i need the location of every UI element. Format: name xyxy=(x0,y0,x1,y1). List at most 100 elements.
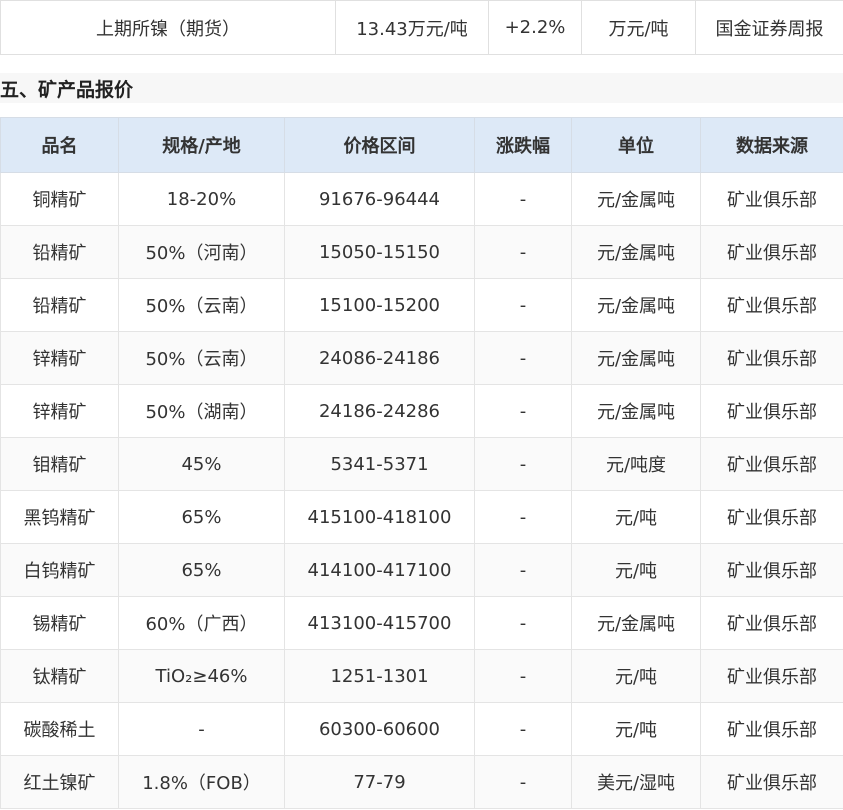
product-cell: 铅精矿 xyxy=(0,278,119,332)
source-cell: 矿业俱乐部 xyxy=(700,384,843,438)
header-source: 数据来源 xyxy=(700,117,843,173)
unit-cell: 美元/湿吨 xyxy=(571,755,701,809)
unit-cell: 元/金属吨 xyxy=(571,172,701,226)
change-cell: - xyxy=(474,225,572,279)
unit-cell: 元/金属吨 xyxy=(571,331,701,385)
price-range-cell: 24086-24186 xyxy=(284,331,475,385)
price-range-cell: 15050-15150 xyxy=(284,225,475,279)
source-cell: 矿业俱乐部 xyxy=(700,278,843,332)
unit-cell: 元/吨 xyxy=(571,649,701,703)
header-product: 品名 xyxy=(0,117,119,173)
spec-cell: - xyxy=(118,702,285,756)
spec-cell: 50%（云南） xyxy=(118,278,285,332)
unit-cell: 元/金属吨 xyxy=(571,278,701,332)
source-cell: 矿业俱乐部 xyxy=(700,702,843,756)
unit-cell: 元/金属吨 xyxy=(571,596,701,650)
spec-cell: 45% xyxy=(118,437,285,491)
source-cell: 矿业俱乐部 xyxy=(700,596,843,650)
change-cell: - xyxy=(474,702,572,756)
table-header-row: 品名 规格/产地 价格区间 涨跌幅 单位 数据来源 xyxy=(0,117,843,173)
price-range-cell: 413100-415700 xyxy=(284,596,475,650)
price-range-cell: 5341-5371 xyxy=(284,437,475,491)
change-cell: - xyxy=(474,384,572,438)
header-change: 涨跌幅 xyxy=(474,117,572,173)
spec-cell: 1.8%（FOB） xyxy=(118,755,285,809)
unit-cell: 元/吨 xyxy=(571,702,701,756)
table-row: 钛精矿 TiO₂≥46% 1251-1301 - 元/吨 矿业俱乐部 xyxy=(0,649,843,703)
product-cell: 锌精矿 xyxy=(0,384,119,438)
product-cell: 白钨精矿 xyxy=(0,543,119,597)
source-cell: 矿业俱乐部 xyxy=(700,437,843,491)
change-cell: +2.2% xyxy=(488,0,582,55)
change-cell: - xyxy=(474,172,572,226)
price-range-cell: 77-79 xyxy=(284,755,475,809)
table-row: 碳酸稀土 - 60300-60600 - 元/吨 矿业俱乐部 xyxy=(0,702,843,756)
product-cell: 碳酸稀土 xyxy=(0,702,119,756)
product-cell: 钼精矿 xyxy=(0,437,119,491)
price-range-cell: 24186-24286 xyxy=(284,384,475,438)
product-cell: 黑钨精矿 xyxy=(0,490,119,544)
table-row: 红土镍矿 1.8%（FOB） 77-79 - 美元/湿吨 矿业俱乐部 xyxy=(0,755,843,809)
source-cell: 矿业俱乐部 xyxy=(700,490,843,544)
table-row: 黑钨精矿 65% 415100-418100 - 元/吨 矿业俱乐部 xyxy=(0,490,843,544)
unit-cell: 元/吨 xyxy=(571,543,701,597)
table-row: 白钨精矿 65% 414100-417100 - 元/吨 矿业俱乐部 xyxy=(0,543,843,597)
unit-cell: 元/吨 xyxy=(571,490,701,544)
change-cell: - xyxy=(474,596,572,650)
change-cell: - xyxy=(474,543,572,597)
table-row: 钼精矿 45% 5341-5371 - 元/吨度 矿业俱乐部 xyxy=(0,437,843,491)
unit-cell: 元/吨度 xyxy=(571,437,701,491)
source-cell: 矿业俱乐部 xyxy=(700,172,843,226)
unit-cell: 元/金属吨 xyxy=(571,225,701,279)
price-range-cell: 1251-1301 xyxy=(284,649,475,703)
source-cell: 矿业俱乐部 xyxy=(700,543,843,597)
product-cell: 钛精矿 xyxy=(0,649,119,703)
spec-cell: 65% xyxy=(118,543,285,597)
product-cell: 铜精矿 xyxy=(0,172,119,226)
change-cell: - xyxy=(474,331,572,385)
header-unit: 单位 xyxy=(571,117,701,173)
spec-cell: 65% xyxy=(118,490,285,544)
change-cell: - xyxy=(474,437,572,491)
table-row: 铅精矿 50%（云南） 15100-15200 - 元/金属吨 矿业俱乐部 xyxy=(0,278,843,332)
table-row: 锌精矿 50%（云南） 24086-24186 - 元/金属吨 矿业俱乐部 xyxy=(0,331,843,385)
change-cell: - xyxy=(474,755,572,809)
source-cell: 矿业俱乐部 xyxy=(700,755,843,809)
change-cell: - xyxy=(474,490,572,544)
spec-cell: 50%（云南） xyxy=(118,331,285,385)
source-cell: 国金证券周报 xyxy=(695,0,843,55)
price-range-cell: 60300-60600 xyxy=(284,702,475,756)
header-price-range: 价格区间 xyxy=(284,117,475,173)
ore-price-table: 品名 规格/产地 价格区间 涨跌幅 单位 数据来源 铜精矿 18-20% 916… xyxy=(0,117,843,809)
change-cell: - xyxy=(474,649,572,703)
section-title: 五、矿产品报价 xyxy=(0,73,843,103)
spec-cell: 50%（湖南） xyxy=(118,384,285,438)
spec-cell: TiO₂≥46% xyxy=(118,649,285,703)
product-cell: 锌精矿 xyxy=(0,331,119,385)
change-cell: - xyxy=(474,278,572,332)
source-cell: 矿业俱乐部 xyxy=(700,649,843,703)
commodity-name: 上期所镍（期货） xyxy=(0,0,336,55)
table-row: 锡精矿 60%（广西） 413100-415700 - 元/金属吨 矿业俱乐部 xyxy=(0,596,843,650)
product-cell: 锡精矿 xyxy=(0,596,119,650)
price-range-cell: 15100-15200 xyxy=(284,278,475,332)
unit-cell: 万元/吨 xyxy=(581,0,696,55)
spec-cell: 60%（广西） xyxy=(118,596,285,650)
table-row: 上期所镍（期货） 13.43万元/吨 +2.2% 万元/吨 国金证券周报 xyxy=(0,0,843,55)
price-cell: 13.43万元/吨 xyxy=(335,0,489,55)
price-range-cell: 415100-418100 xyxy=(284,490,475,544)
table-row: 锌精矿 50%（湖南） 24186-24286 - 元/金属吨 矿业俱乐部 xyxy=(0,384,843,438)
previous-table-last-row: 上期所镍（期货） 13.43万元/吨 +2.2% 万元/吨 国金证券周报 xyxy=(0,0,843,55)
source-cell: 矿业俱乐部 xyxy=(700,225,843,279)
source-cell: 矿业俱乐部 xyxy=(700,331,843,385)
spec-cell: 50%（河南） xyxy=(118,225,285,279)
product-cell: 红土镍矿 xyxy=(0,755,119,809)
header-spec: 规格/产地 xyxy=(118,117,285,173)
price-range-cell: 414100-417100 xyxy=(284,543,475,597)
product-cell: 铅精矿 xyxy=(0,225,119,279)
spec-cell: 18-20% xyxy=(118,172,285,226)
unit-cell: 元/金属吨 xyxy=(571,384,701,438)
table-row: 铅精矿 50%（河南） 15050-15150 - 元/金属吨 矿业俱乐部 xyxy=(0,225,843,279)
price-range-cell: 91676-96444 xyxy=(284,172,475,226)
table-row: 铜精矿 18-20% 91676-96444 - 元/金属吨 矿业俱乐部 xyxy=(0,172,843,226)
